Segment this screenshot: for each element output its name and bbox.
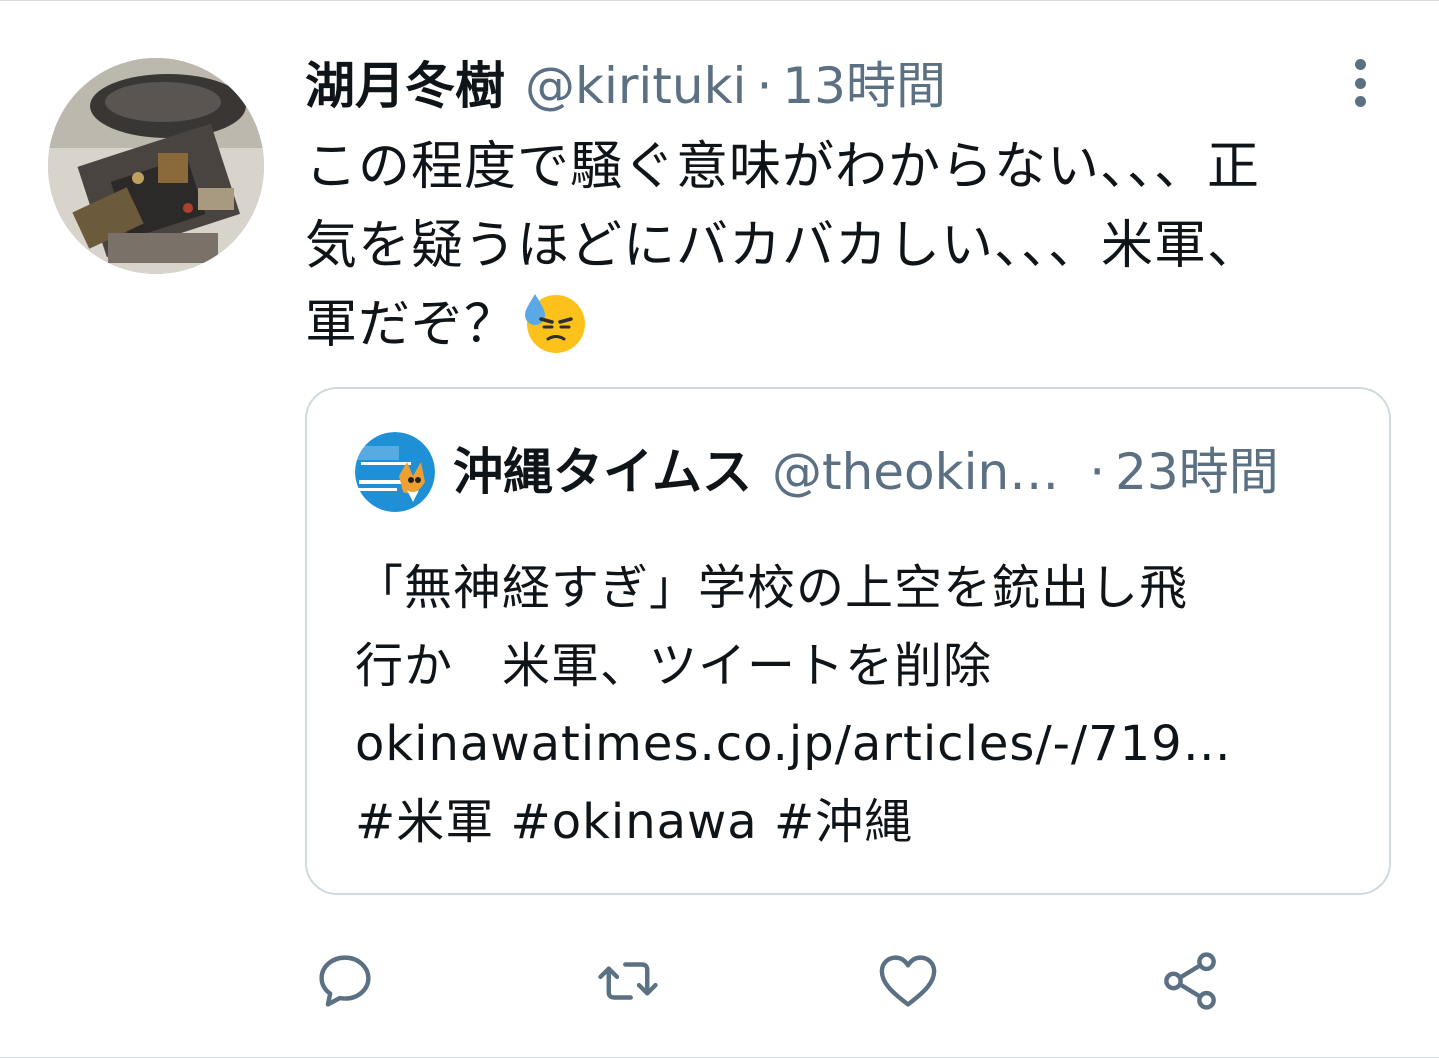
avatar[interactable] [48,58,264,274]
share-icon [1164,952,1216,1010]
author-display-name[interactable]: 湖月冬樹 [305,53,505,119]
tweet-text: この程度で騒ぐ意味がわからない、、、正 気を疑うほどにバカバカしい、、、米軍、 … [305,128,1415,365]
quoted-tweet-card[interactable]: 沖縄タイムス @theokin… · 23時間 「無神経すぎ」学校の上空を銃出し… [305,387,1391,895]
more-vertical-icon[interactable] [1340,55,1380,111]
more-dot [1354,77,1366,89]
author-handle[interactable]: @kirituki [525,53,746,119]
share-button[interactable] [1150,941,1230,1021]
retweet-button[interactable] [588,941,668,1021]
downcast-face-with-sweat-emoji [525,294,586,353]
tweet-header: 湖月冬樹 @kirituki · 13時間 [305,53,946,119]
separator-dot: · [1089,443,1106,501]
avatar-photo [48,58,264,274]
quoted-tweet-header: 沖縄タイムス @theokin… · 23時間 [453,439,1279,505]
more-dot [1354,59,1366,70]
tweet-text-line: 気を疑うほどにバカバカしい、、、米軍、 [305,216,1261,276]
more-dot [1354,96,1366,107]
quoted-avatar[interactable] [355,432,435,512]
tweet-actions [305,941,1265,1021]
tweet-text-line: 軍だぞ？ [305,295,518,355]
tweet[interactable]: 湖月冬樹 @kirituki · 13時間 この程度で騒ぐ意味がわからない、、、… [0,0,1439,1058]
like-button[interactable] [868,941,948,1021]
tweet-timestamp[interactable]: 13時間 [782,53,946,119]
okinawa-times-logo [355,432,435,512]
quoted-text-line: 「無神経すぎ」学校の上空を銃出し飛 [355,560,1189,616]
quoted-text-line: 行か 米軍、ツイートを削除 [355,638,993,694]
quoted-tweet-timestamp[interactable]: 23時間 [1115,439,1279,505]
heart-icon [879,955,937,1007]
retweet-icon [598,962,658,1000]
reply-icon [319,955,371,1007]
tweet-text-line-last: 軍だぞ？ [305,286,1415,365]
tweet-text-line: この程度で騒ぐ意味がわからない、、、正 [305,137,1261,197]
quoted-author-display-name[interactable]: 沖縄タイムス [453,439,752,505]
quoted-link[interactable]: okinawatimes.co.jp/articles/-/719… [355,705,1355,783]
separator-dot: · [756,57,773,115]
reply-button[interactable] [305,941,385,1021]
quoted-hashtags[interactable]: #米軍 #okinawa #沖縄 [355,783,1355,861]
quoted-author-handle[interactable]: @theokin… [772,439,1059,505]
quoted-tweet-text: 「無神経すぎ」学校の上空を銃出し飛 行か 米軍、ツイートを削除 okinawat… [355,549,1355,861]
